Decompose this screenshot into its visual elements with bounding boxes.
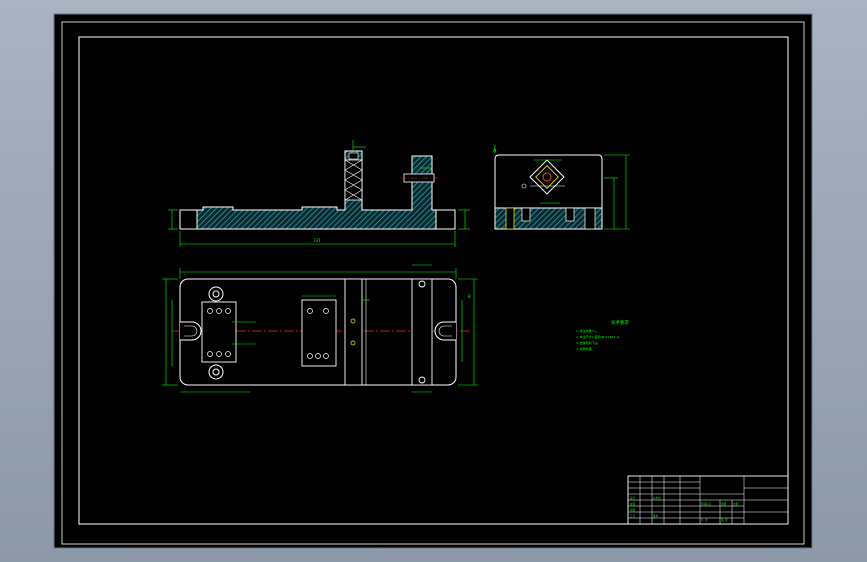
tb-cell-6: 批准 (653, 514, 659, 518)
tech-requirements-title: 技术要求 (611, 319, 629, 326)
tb-cell-4: 工艺 (630, 514, 636, 518)
tech-line-4: 4.调质处理。 (576, 346, 595, 351)
tb-cell-9: 比例 (733, 502, 739, 506)
tb-cell-11: 第 张 (721, 518, 728, 522)
tech-line-2: 2.未注尺寸公差按GB/T1804-m。 (576, 334, 622, 339)
front-overall-dim: 331 (313, 238, 321, 243)
tb-cell-10: 共 张 (701, 518, 708, 522)
title-block: 设计 校核 审核 工艺 标准化 批准 阶段标记 重量 比例 共 张 第 张 (627, 475, 789, 525)
tb-cell-8: 重量 (721, 502, 727, 506)
tb-cell-3: 审核 (630, 508, 636, 512)
tb-cell-7: 阶段标记 (701, 502, 712, 506)
cad-drawing-canvas: 331 A B 技术要求 1.未注倒角C1。 2.未注尺寸公差按GB/T1804… (53, 13, 813, 549)
tb-cell-1: 设计 (630, 496, 636, 500)
tech-line-3: 3.去除毛刺飞边。 (576, 340, 601, 345)
top-view: B (162, 264, 478, 393)
tb-cell-2: 校核 (630, 502, 636, 506)
top-view-mark: B (468, 294, 471, 299)
tech-line-1: 1.未注倒角C1。 (576, 328, 598, 333)
side-view-label: A (493, 148, 497, 154)
tb-cell-5: 标准化 (653, 496, 661, 500)
